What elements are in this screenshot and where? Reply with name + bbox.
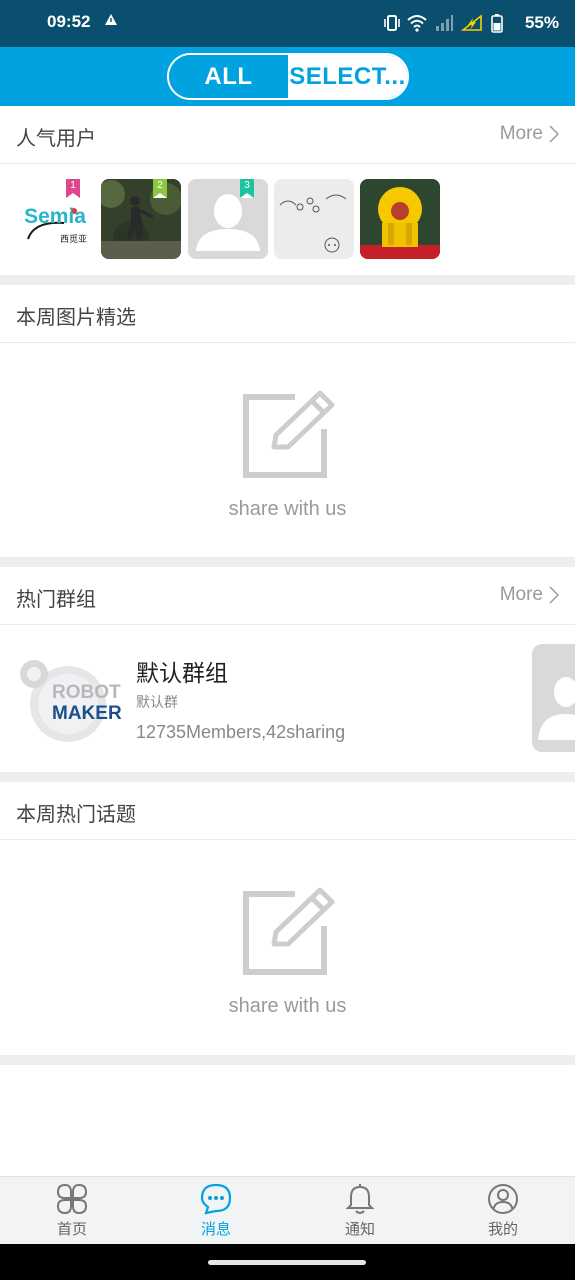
nav-item-profile[interactable]: 我的 <box>431 1177 575 1245</box>
hot-groups-header: 热门群组 More <box>0 567 575 625</box>
nav-label: 通知 <box>344 1220 375 1238</box>
empty-state-text: share with us <box>228 498 347 520</box>
chevron-right-icon <box>549 125 559 143</box>
weekly-topics-header: 本周热门话题 <box>0 782 575 840</box>
logo-text: Semia <box>24 205 86 228</box>
weekly-topics-empty[interactable]: share with us <box>0 840 575 1055</box>
doodle-avatar-icon <box>274 179 354 259</box>
wifi-icon <box>407 15 427 32</box>
section-title: 本周热门话题 <box>16 802 136 826</box>
user-avatar[interactable]: 3 <box>188 179 268 259</box>
popular-users-header: 人气用户 More <box>0 106 575 164</box>
popular-users-row: Semia 西觅亚 1 2 3 <box>0 165 575 275</box>
vibrate-icon <box>384 15 400 31</box>
profile-icon <box>488 1184 518 1214</box>
section-divider <box>0 557 575 567</box>
battery-icon <box>491 14 503 33</box>
section-divider <box>0 275 575 285</box>
default-avatar-icon <box>188 179 268 259</box>
rank-badge: 3 <box>240 179 254 198</box>
user-avatar[interactable] <box>360 179 440 259</box>
nav-label: 消息 <box>200 1220 231 1238</box>
group-logo: ROBOT MAKER <box>16 656 122 746</box>
tab-all[interactable]: ALL <box>169 55 288 98</box>
group-stats: 12735Members,42sharing <box>136 722 346 742</box>
group-logo-line2: MAKER <box>52 703 122 724</box>
nav-item-messages[interactable]: 消息 <box>144 1177 288 1245</box>
system-gesture-bar <box>0 1244 575 1280</box>
more-label: More <box>499 123 543 144</box>
popular-users-more-link[interactable]: More <box>500 123 559 145</box>
home-gesture-handle[interactable] <box>208 1260 366 1265</box>
forest-person-photo-icon <box>101 179 181 259</box>
nav-item-home[interactable]: 首页 <box>0 1177 144 1245</box>
section-title: 热门群组 <box>16 587 96 611</box>
bottom-nav: 首页 消息 通知 我的 <box>0 1176 575 1244</box>
message-bubble-icon <box>200 1183 232 1215</box>
group-subtitle: 默认群 <box>136 695 178 711</box>
group-logo-line1: ROBOT <box>52 682 121 703</box>
feed-filter-toggle: ALL SELECT... <box>167 53 409 100</box>
user-avatar[interactable]: Semia 西觅亚 1 <box>14 179 94 259</box>
logo-subtext: 西觅亚 <box>60 235 88 245</box>
group-name: 默认群组 <box>136 661 228 687</box>
chevron-right-icon <box>549 586 559 604</box>
alert-triangle-icon <box>105 14 117 25</box>
weekly-photos-header: 本周图片精选 <box>0 285 575 343</box>
rank-badge: 1 <box>66 179 80 198</box>
section-title: 人气用户 <box>16 126 96 150</box>
signal-icon <box>436 15 453 31</box>
status-time: 09:52 <box>47 12 91 31</box>
nav-item-notifications[interactable]: 通知 <box>288 1177 432 1245</box>
nav-label: 我的 <box>487 1220 518 1238</box>
group-card[interactable]: ROBOT MAKER 默认群组 默认群 12735Members,42shar… <box>0 626 575 772</box>
weekly-photos-empty[interactable]: share with us <box>0 343 575 557</box>
home-grid-icon <box>56 1183 88 1215</box>
hot-groups-more-link[interactable]: More <box>500 584 559 606</box>
rank-badge: 2 <box>153 179 167 198</box>
charging-bolt-icon <box>461 14 482 31</box>
yellow-lion-photo-icon <box>360 179 440 259</box>
edit-compose-icon <box>243 390 335 478</box>
empty-state-text: share with us <box>228 995 347 1017</box>
nav-label: 首页 <box>56 1220 87 1238</box>
bell-icon <box>345 1184 375 1214</box>
edit-compose-icon <box>243 887 335 975</box>
section-title: 本周图片精选 <box>16 305 136 329</box>
next-group-card-peek[interactable] <box>532 644 575 752</box>
tab-selected[interactable]: SELECT... <box>288 55 407 98</box>
status-bar: 09:52 55% <box>0 0 575 47</box>
section-divider <box>0 772 575 782</box>
user-avatar[interactable] <box>274 179 354 259</box>
top-header: ALL SELECT... <box>0 47 575 106</box>
more-label: More <box>499 584 543 605</box>
user-avatar[interactable]: 2 <box>101 179 181 259</box>
default-avatar-icon <box>538 677 575 740</box>
battery-percent: 55% <box>524 13 559 32</box>
section-divider <box>0 1055 575 1065</box>
